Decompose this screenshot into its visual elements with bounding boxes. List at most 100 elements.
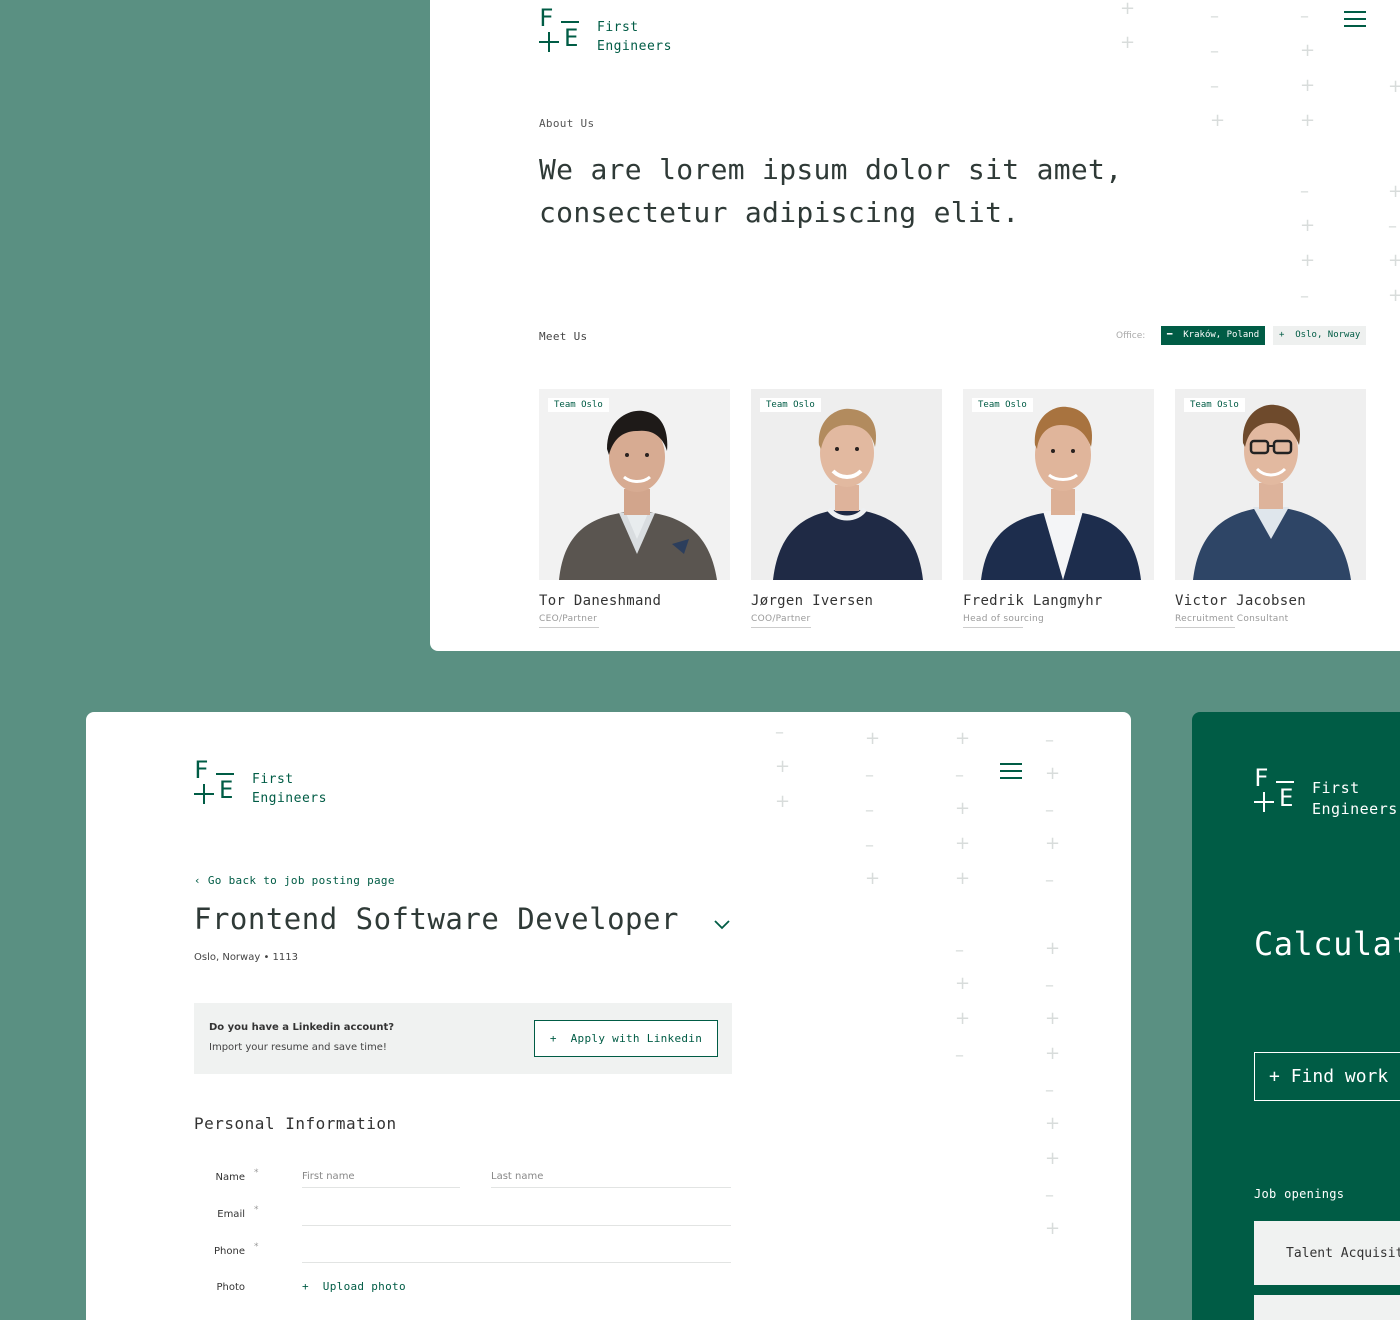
minus-pattern-icon: –: [1210, 41, 1219, 62]
job-opening-item[interactable]: Talent Acquisit: [1254, 1221, 1400, 1285]
minus-pattern-icon: –: [1388, 216, 1397, 237]
minus-pattern-icon: –: [1210, 76, 1219, 97]
team-tag: Team Oslo: [760, 398, 821, 412]
apply-with-linkedin-button[interactable]: + Apply with Linkedin: [534, 1020, 718, 1057]
brand-name-line1: First: [1312, 779, 1360, 797]
plus-pattern-icon: +: [955, 728, 971, 749]
office-chip-oslo[interactable]: + Oslo, Norway: [1273, 326, 1367, 345]
personal-information-heading: Personal Information: [194, 1114, 397, 1133]
office-chip-label: Kraków, Poland: [1183, 330, 1260, 340]
team-member-photo: Team Oslo: [751, 389, 942, 580]
first-name-input[interactable]: [302, 1166, 460, 1188]
plus-pattern-icon: +: [955, 833, 971, 854]
plus-pattern-icon: +: [955, 798, 971, 819]
team-member-card[interactable]: Team Oslo Jørgen Iversen COO/Partner: [751, 389, 942, 628]
plus-pattern-icon: +: [955, 868, 971, 889]
team-member-card[interactable]: Team Oslo Victor Jacobsen Recruitment Co…: [1175, 389, 1366, 628]
upload-photo-label: Upload photo: [322, 1280, 406, 1293]
job-openings-label: Job openings: [1254, 1187, 1345, 1201]
plus-pattern-icon: +: [1045, 763, 1061, 784]
phone-input[interactable]: [302, 1241, 731, 1263]
plus-pattern-icon: +: [1210, 110, 1226, 131]
back-to-job-posting-link[interactable]: ‹ Go back to job posting page: [194, 874, 395, 887]
plus-pattern-icon: +: [1120, 32, 1136, 53]
plus-pattern-icon: +: [1300, 110, 1316, 131]
brand-logo[interactable]: FE First Engineers: [1254, 764, 1398, 820]
plus-pattern-icon: +: [1045, 1008, 1061, 1029]
job-opening-item[interactable]: [1254, 1295, 1400, 1320]
logo-mark-icon: FE: [1254, 764, 1294, 812]
plus-pattern-icon: +: [955, 973, 971, 994]
team-member-card[interactable]: Team Oslo Tor Daneshmand CEO/Partner: [539, 389, 730, 628]
brand-name-line1: First: [252, 772, 294, 787]
divider: [539, 627, 599, 628]
plus-icon: +: [549, 1032, 557, 1045]
portrait-illustration: [773, 408, 923, 580]
about-headline: We are lorem ipsum dolor sit amet, conse…: [539, 153, 1123, 229]
job-id: 1113: [272, 952, 298, 963]
minus-pattern-icon: –: [1300, 286, 1309, 307]
plus-pattern-icon: +: [1388, 285, 1400, 306]
last-name-input[interactable]: [491, 1166, 731, 1188]
logo-mark-icon: FE: [539, 4, 579, 52]
about-page-card: FE First Engineers + + – – – + – + + + –…: [430, 0, 1400, 651]
plus-icon: +: [302, 1280, 309, 1293]
minus-pattern-icon: –: [1210, 6, 1219, 27]
team-member-photo: Team Oslo: [539, 389, 730, 580]
chevron-down-icon[interactable]: [713, 915, 731, 933]
job-location: Oslo, Norway: [194, 952, 261, 963]
brand-name-line2: Engineers: [1312, 800, 1398, 818]
team-member-card[interactable]: Team Oslo Fredrik Langmyhr Head of sourc…: [963, 389, 1154, 628]
name-label: Name: [215, 1172, 245, 1183]
job-application-card: FE First Engineers – + + + – – – + + – +…: [86, 712, 1131, 1320]
plus-pattern-icon: +: [955, 1008, 971, 1029]
hamburger-menu-icon[interactable]: [1344, 11, 1366, 27]
hamburger-menu-icon[interactable]: [1000, 763, 1022, 779]
find-work-label: Find work: [1290, 1066, 1389, 1087]
email-label: Email: [217, 1209, 245, 1220]
minus-pattern-icon: –: [775, 722, 784, 743]
email-input[interactable]: [302, 1204, 731, 1226]
plus-pattern-icon: +: [1388, 181, 1400, 202]
calculator-heading: Calculat: [1254, 925, 1400, 963]
brand-logo[interactable]: FE First Engineers: [194, 758, 327, 808]
office-chip-label: Oslo, Norway: [1295, 330, 1361, 340]
plus-pattern-icon: +: [865, 868, 881, 889]
team-member-role: Head of sourcing: [963, 614, 1044, 624]
calculator-card: FE First Engineers Calculat + Find work …: [1192, 712, 1400, 1320]
job-title: Frontend Software Developer: [194, 902, 679, 936]
divider: [963, 627, 1023, 628]
minus-pattern-icon: –: [955, 940, 964, 961]
minus-pattern-icon: –: [1300, 6, 1309, 27]
required-mark: *: [254, 1242, 259, 1252]
team-member-name: Tor Daneshmand: [539, 593, 662, 609]
portrait-illustration: [559, 410, 717, 580]
upload-photo-button[interactable]: + Upload photo: [302, 1280, 406, 1293]
meet-us-label: Meet Us: [539, 330, 588, 343]
brand-name-line2: Engineers: [597, 39, 672, 54]
minus-pattern-icon: –: [1045, 1185, 1054, 1206]
team-member-name: Fredrik Langmyhr: [963, 593, 1103, 609]
find-work-button[interactable]: + Find work: [1254, 1052, 1400, 1101]
team-member-role: COO/Partner: [751, 614, 811, 624]
minus-pattern-icon: –: [955, 1045, 964, 1066]
plus-pattern-icon: +: [1300, 40, 1316, 61]
plus-pattern-icon: +: [1045, 938, 1061, 959]
brand-logo[interactable]: FE First Engineers: [539, 4, 672, 56]
plus-pattern-icon: +: [1300, 215, 1316, 236]
brand-name-line1: First: [597, 20, 639, 35]
team-member-photo: Team Oslo: [963, 389, 1154, 580]
team-tag: Team Oslo: [548, 398, 609, 412]
plus-pattern-icon: +: [775, 756, 791, 777]
divider: [751, 627, 811, 628]
apply-with-linkedin-label: Apply with Linkedin: [570, 1032, 703, 1045]
linkedin-question: Do you have a Linkedin account?: [209, 1022, 395, 1033]
linkedin-subtext: Import your resume and save time!: [209, 1042, 387, 1053]
office-chip-krakow[interactable]: ━ Kraków, Poland: [1161, 326, 1266, 345]
minus-pattern-icon: –: [1045, 870, 1054, 891]
plus-pattern-icon: +: [1045, 1148, 1061, 1169]
brand-name-line2: Engineers: [252, 791, 327, 806]
team-tag: Team Oslo: [1184, 398, 1245, 412]
plus-icon: +: [1279, 330, 1285, 340]
required-mark: *: [254, 1168, 259, 1178]
